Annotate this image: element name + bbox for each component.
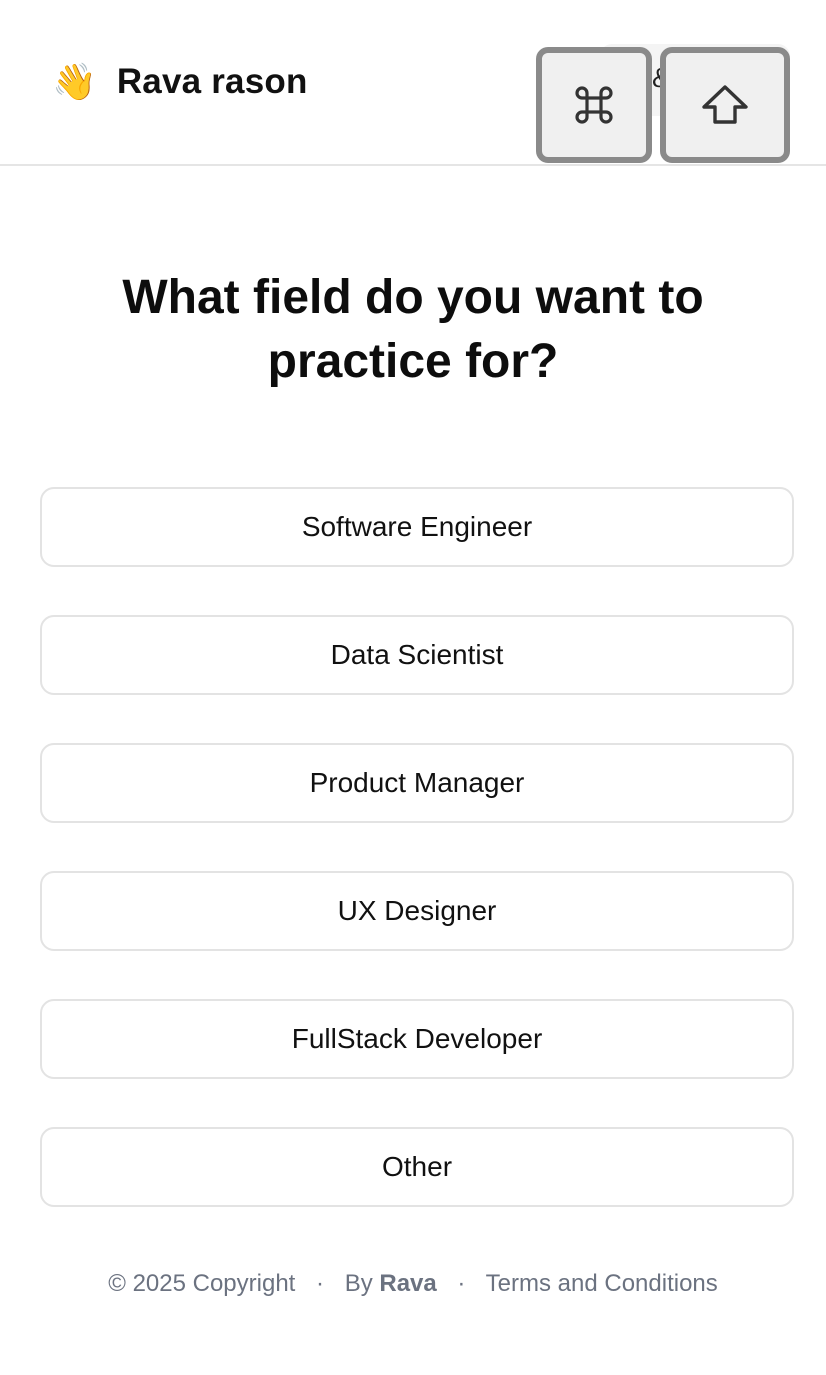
footer-brand-link[interactable]: Rava [379, 1270, 436, 1297]
option-ux-designer-button[interactable]: UX Designer [40, 871, 794, 951]
footer: © 2025 Copyright · By Rava · Terms and C… [0, 1270, 826, 1298]
footer-separator: · [457, 1270, 466, 1297]
page-title-line-2: practice for? [267, 335, 559, 388]
command-key-icon [536, 47, 652, 163]
option-data-scientist-button[interactable]: Data Scientist [40, 615, 794, 695]
command-symbol-icon [575, 86, 613, 124]
field-options-list: Software Engineer Data Scientist Product… [40, 487, 794, 1255]
option-product-manager-button[interactable]: Product Manager [40, 743, 794, 823]
brand-name: Rava rason [116, 62, 308, 101]
page-title: What field do you want to practice for? [0, 266, 826, 394]
shift-arrow-icon [702, 85, 748, 124]
option-other-button[interactable]: Other [40, 1127, 794, 1207]
footer-by-prefix: By [344, 1270, 373, 1297]
option-software-engineer-button[interactable]: Software Engineer [40, 487, 794, 567]
top-header: 👋 Rava rason & [0, 0, 826, 166]
page-title-line-1: What field do you want to [122, 271, 704, 324]
terms-link[interactable]: Terms and Conditions [486, 1270, 718, 1297]
brand[interactable]: 👋 Rava rason [52, 58, 308, 106]
waving-hand-icon: 👋 [52, 61, 97, 102]
option-fullstack-developer-button[interactable]: FullStack Developer [40, 999, 794, 1079]
shift-key-icon [660, 47, 790, 163]
footer-copyright: © 2025 Copyright [108, 1270, 296, 1297]
footer-separator: · [316, 1270, 325, 1297]
